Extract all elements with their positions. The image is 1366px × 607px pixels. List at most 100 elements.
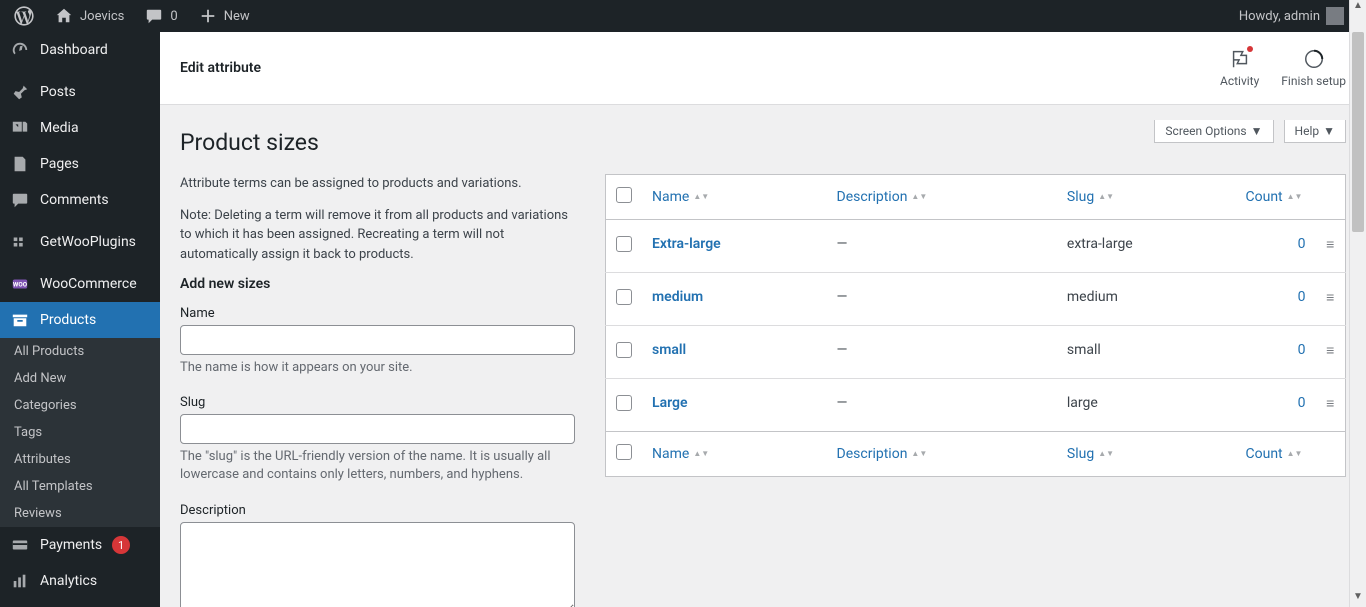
sort-description[interactable]: Description▲▼ [837,189,928,205]
submenu-attributes[interactable]: Attributes [0,446,160,473]
table-row: small—small0≡ [606,326,1346,379]
term-description: — [827,220,1057,273]
svg-text:WOO: WOO [13,281,28,289]
archive-icon [10,310,30,330]
slug-label: Slug [180,395,575,410]
page-icon [10,154,30,174]
terms-table: Name▲▼ Description▲▼ Slug▲▼ Count▲▼ Extr… [605,174,1346,477]
plus-icon [198,6,218,26]
term-slug: medium [1057,273,1236,326]
sort-name-bottom[interactable]: Name▲▼ [652,446,709,462]
drag-handle-icon[interactable]: ≡ [1316,220,1346,273]
term-slug: large [1057,379,1236,432]
sidebar-item-label: GetWooPlugins [40,234,136,250]
new-label: New [224,9,250,24]
howdy-text: Howdy, admin [1239,9,1320,24]
sidebar-item-pages[interactable]: Pages [0,146,160,182]
sidebar-item-analytics[interactable]: Analytics [0,563,160,599]
activity-button[interactable]: Activity [1220,48,1259,88]
term-name-link[interactable]: Extra-large [652,236,721,252]
products-submenu: All Products Add New Categories Tags Att… [0,338,160,527]
comments-count: 0 [170,9,177,24]
sidebar-item-woocommerce[interactable]: WOO WooCommerce [0,266,160,302]
page-scrollbar[interactable]: ▲ ▼ [1349,0,1366,607]
sort-slug-bottom[interactable]: Slug▲▼ [1067,446,1114,462]
drag-handle-icon[interactable]: ≡ [1316,273,1346,326]
name-label: Name [180,306,575,321]
scroll-up-arrow[interactable]: ▲ [1350,0,1366,16]
name-desc: The name is how it appears on your site. [180,359,575,377]
sidebar-item-media[interactable]: Media [0,110,160,146]
plugin-icon [10,232,30,252]
media-icon [10,118,30,138]
sidebar-item-label: WooCommerce [40,276,137,292]
scroll-thumb[interactable] [1352,32,1364,232]
term-count-link[interactable]: 0 [1298,289,1306,305]
description-input[interactable] [180,522,575,607]
term-count-link[interactable]: 0 [1298,236,1306,252]
finish-setup-button[interactable]: Finish setup [1281,48,1346,88]
name-input[interactable] [180,325,575,355]
intro-text: Attribute terms can be assigned to produ… [180,174,575,194]
help-button[interactable]: Help ▼ [1284,120,1346,143]
account-link[interactable]: Howdy, admin [1231,0,1352,32]
term-count-link[interactable]: 0 [1298,395,1306,411]
row-checkbox[interactable] [616,236,632,252]
drag-handle-icon[interactable]: ≡ [1316,326,1346,379]
term-count-link[interactable]: 0 [1298,342,1306,358]
table-row: medium—medium0≡ [606,273,1346,326]
submenu-reviews[interactable]: Reviews [0,500,160,527]
sort-slug[interactable]: Slug▲▼ [1067,189,1114,205]
sort-description-bottom[interactable]: Description▲▼ [837,446,928,462]
screen-options-button[interactable]: Screen Options ▼ [1154,120,1273,143]
submenu-all-templates[interactable]: All Templates [0,473,160,500]
analytics-icon [10,571,30,591]
site-name-link[interactable]: Joevics [46,0,132,32]
row-checkbox[interactable] [616,289,632,305]
site-name-text: Joevics [80,9,124,24]
new-content-link[interactable]: New [190,0,258,32]
sort-count[interactable]: Count▲▼ [1246,189,1303,205]
sidebar-item-products[interactable]: Products [0,302,160,338]
term-name-link[interactable]: Large [652,395,688,411]
row-checkbox[interactable] [616,395,632,411]
sidebar-item-getwooplugins[interactable]: GetWooPlugins [0,224,160,260]
sort-name[interactable]: Name▲▼ [652,189,709,205]
slug-desc: The "slug" is the URL-friendly version o… [180,448,575,484]
sidebar-item-label: Media [40,120,79,136]
submenu-categories[interactable]: Categories [0,392,160,419]
comments-link[interactable]: 0 [136,0,185,32]
submenu-add-new[interactable]: Add New [0,365,160,392]
term-name-link[interactable]: medium [652,289,703,305]
drag-handle-icon[interactable]: ≡ [1316,379,1346,432]
sidebar-item-payments[interactable]: Payments 1 [0,527,160,563]
term-description: — [827,273,1057,326]
term-slug: extra-large [1057,220,1236,273]
slug-input[interactable] [180,414,575,444]
note-text: Note: Deleting a term will remove it fro… [180,206,575,265]
term-name-link[interactable]: small [652,342,686,358]
sidebar-item-comments[interactable]: Comments [0,182,160,218]
sidebar-item-dashboard[interactable]: Dashboard [0,32,160,68]
payment-icon [10,535,30,555]
submenu-all-products[interactable]: All Products [0,338,160,365]
term-description: — [827,326,1057,379]
sidebar-item-label: Comments [40,192,109,208]
wp-logo[interactable] [6,0,42,32]
sidebar-item-posts[interactable]: Posts [0,74,160,110]
row-checkbox[interactable] [616,342,632,358]
select-all-checkbox[interactable] [616,187,632,203]
chevron-down-icon: ▼ [1323,124,1335,138]
progress-icon [1303,48,1325,70]
select-all-checkbox-bottom[interactable] [616,444,632,460]
scroll-down-arrow[interactable]: ▼ [1350,591,1366,607]
description-label: Description [180,503,575,518]
admin-sidebar: Dashboard Posts Media Pages Comments [0,32,160,607]
flag-icon [1229,48,1251,70]
content-header: Edit attribute Activity Finish setup [160,32,1366,105]
sort-count-bottom[interactable]: Count▲▼ [1246,446,1303,462]
submenu-tags[interactable]: Tags [0,419,160,446]
table-row: Extra-large —extra-large 0 ≡ [606,220,1346,273]
sidebar-item-label: Analytics [40,573,97,589]
sidebar-item-label: Payments [40,537,102,553]
